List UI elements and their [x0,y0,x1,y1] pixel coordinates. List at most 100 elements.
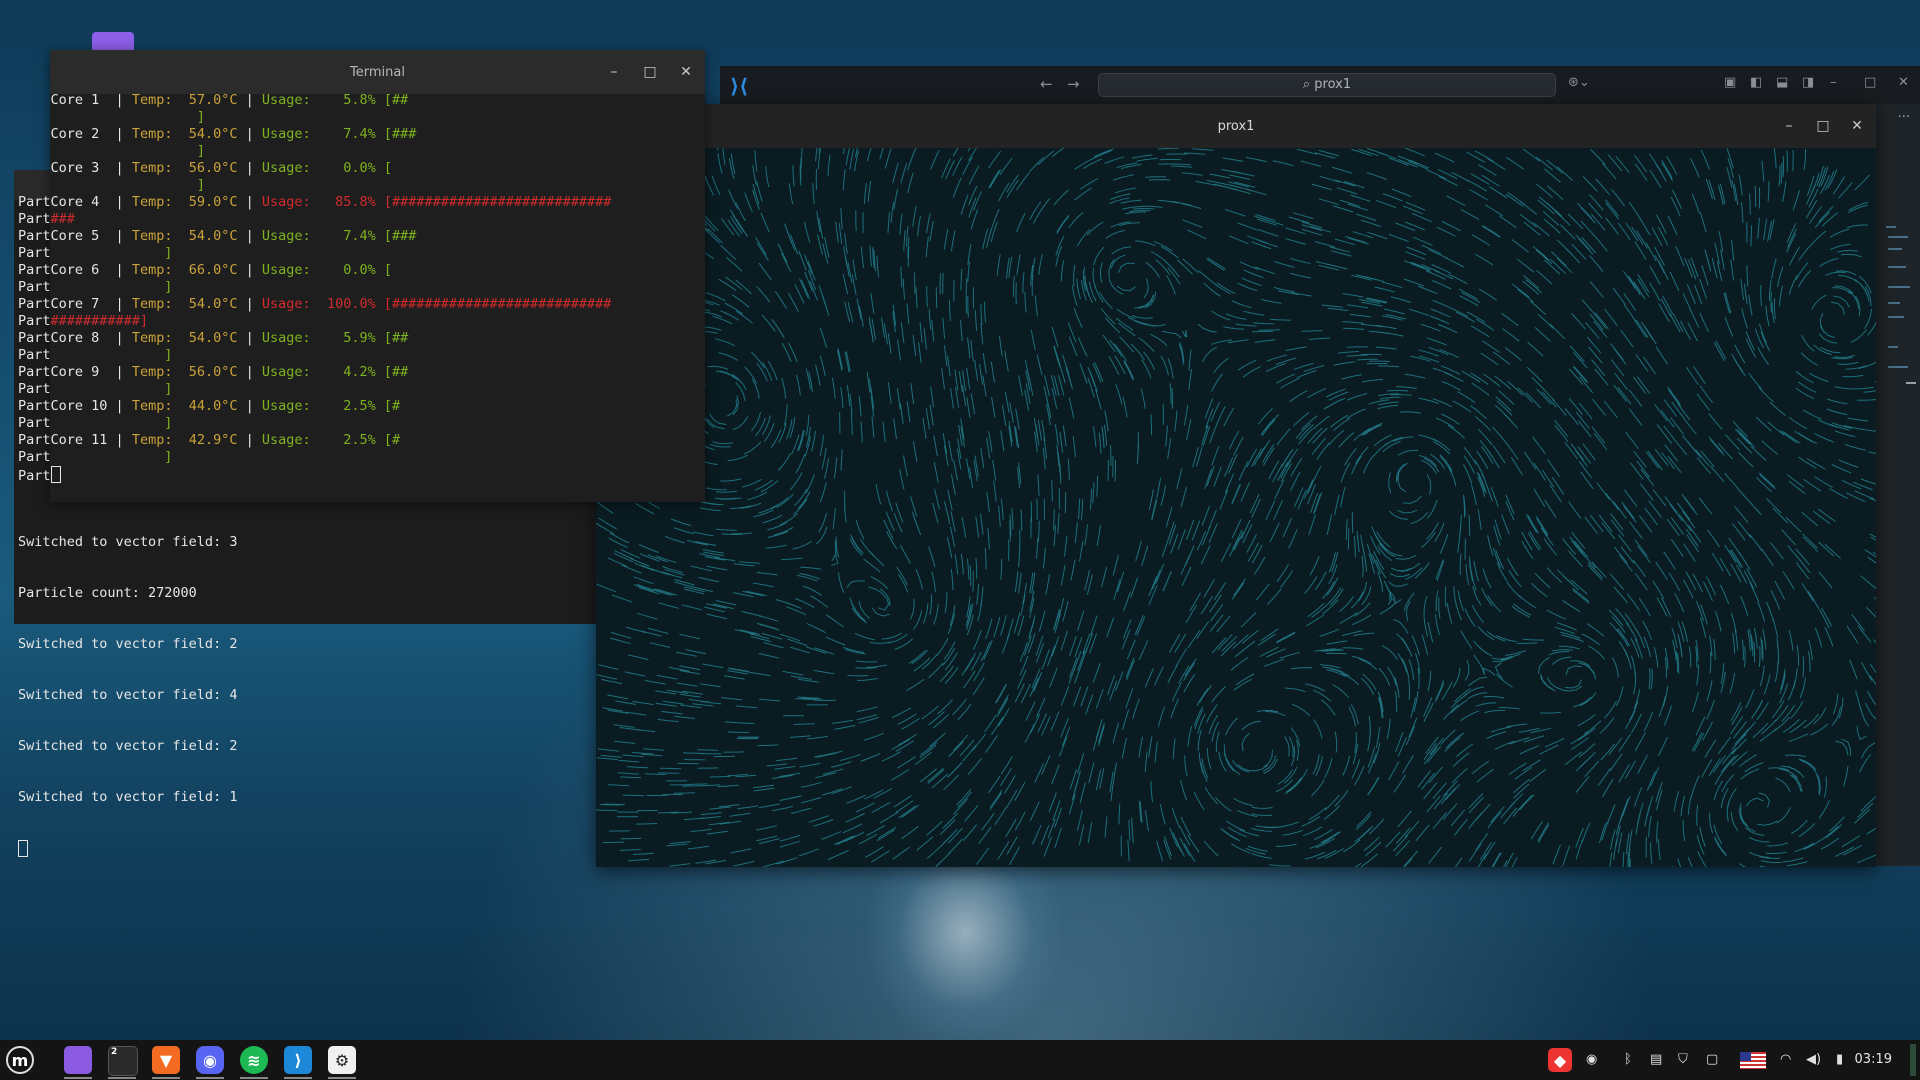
discord-icon[interactable]: ◉ [196,1046,224,1074]
core-label: Core 8 [50,330,108,346]
mint-menu-icon[interactable]: m [6,1046,34,1074]
temp-value: 54.0°C [188,126,238,142]
usage-value: 7.4% [343,126,376,142]
part-prefix: Part [18,449,51,465]
separator: | [237,194,262,210]
part-prefix: Part [18,313,51,329]
update-icon[interactable]: ▢ [1706,1052,1718,1067]
us-flag-icon[interactable] [1740,1052,1766,1069]
core-line: Core 2 | Temp: 54.0°C | Usage: 7.4% [### [18,126,611,143]
shield-icon[interactable]: ⛉ [1678,1052,1688,1067]
core-line: PartCore 7 | Temp: 54.0°C | Usage: 100.0… [18,296,611,313]
terminal-app-icon[interactable]: 2 [108,1046,138,1076]
settings-icon[interactable]: ⚙ [328,1046,356,1074]
usage-bar: [# [383,432,401,448]
copilot-icon[interactable]: ⊛⌄ [1568,75,1590,90]
temp-label: Temp: [131,194,173,210]
usage-value: 5.9% [343,330,376,346]
particle-canvas[interactable] [596,148,1876,867]
vscode-icon[interactable]: ⟩ [284,1046,312,1074]
usage-bar: [########################### [383,194,612,210]
close-icon[interactable]: ✕ [1898,75,1909,90]
layout-icon[interactable]: ▣ [1724,75,1736,90]
clock[interactable]: 03:19 [1855,1052,1892,1067]
usage-bar: [########################### [383,296,612,312]
temp-value: 56.0°C [188,364,238,380]
separator: | [107,262,132,278]
volume-icon[interactable]: ◀) [1806,1052,1821,1067]
prox1-titlebar[interactable]: prox1 – □ ✕ [596,104,1876,148]
wifi-icon[interactable]: ◠ [1780,1052,1791,1067]
show-desktop-button[interactable] [1910,1044,1916,1076]
wrap-line: Part ] [18,381,611,398]
terminal-cursor [18,840,28,857]
core-line: PartCore 4 | Temp: 59.0°C | Usage: 85.8%… [18,194,611,211]
core-line: PartCore 8 | Temp: 54.0°C | Usage: 5.9% … [18,330,611,347]
separator: | [107,160,132,176]
separator: | [237,398,262,414]
secondary-sidebar-icon[interactable]: ◨ [1802,75,1814,90]
prox1-window[interactable]: prox1 – □ ✕ [596,104,1876,867]
output-line: Switched to vector field: 1 [18,789,238,805]
terminal-window-count: 2 [111,1047,118,1057]
minimize-icon[interactable]: – [607,64,621,80]
cpu-monitor-output: Core 1 | Temp: 57.0°C | Usage: 5.8% [## … [18,92,611,484]
core-label: Core 9 [50,364,108,380]
bar-close: ] [50,143,205,159]
battery-icon[interactable]: ▮ [1836,1052,1843,1067]
bar-close: ] [50,347,173,363]
separator: | [107,432,132,448]
temp-label: Temp: [131,228,173,244]
window-title: prox1 [1217,118,1255,134]
forward-arrow-icon[interactable]: → [1067,75,1080,93]
wrap-line: Part ] [18,347,611,364]
brave-icon[interactable]: ▼ [152,1046,180,1074]
back-arrow-icon[interactable]: ← [1040,75,1053,93]
temp-value: 42.9°C [188,432,238,448]
spotify-icon[interactable]: ≋ [240,1046,268,1074]
temp-label: Temp: [131,364,173,380]
minimize-icon[interactable]: – [1782,118,1796,134]
files-icon[interactable] [64,1046,92,1074]
maximize-icon[interactable]: □ [1816,118,1830,134]
window-title: Terminal [350,64,405,80]
separator: | [107,228,132,244]
discord-tray-icon[interactable]: ◉ [1586,1052,1597,1067]
wrap-line: Part###########] [18,313,611,330]
maximize-icon[interactable]: □ [1864,75,1876,90]
separator: | [107,126,132,142]
anydesk-icon[interactable]: ◆ [1548,1048,1572,1072]
clipboard-icon[interactable]: ▤ [1650,1052,1662,1067]
bar-close: ] [50,245,173,261]
close-icon[interactable]: ✕ [679,64,693,80]
minimize-icon[interactable]: – [1830,75,1837,90]
desktop-folder-icon[interactable] [92,32,134,50]
bluetooth-icon[interactable]: ᛒ [1624,1052,1632,1067]
usage-value: 4.2% [343,364,376,380]
close-icon[interactable]: ✕ [1850,118,1864,134]
panel-toggle-icon[interactable]: ⬓ [1776,75,1788,90]
command-center-search[interactable]: ⌕ prox1 [1098,73,1556,97]
temp-value: 54.0°C [188,330,238,346]
temp-value: 66.0°C [188,262,238,278]
terminal-output: Switched to vector field: 3 Particle cou… [18,500,237,874]
terminal-titlebar[interactable]: Terminal – □ ✕ [50,50,705,94]
part-prefix: Part [18,415,51,431]
separator: | [107,398,132,414]
sidebar-toggle-icon[interactable]: ◧ [1750,75,1762,90]
core-label: Core 11 [50,432,108,448]
temp-label: Temp: [131,262,173,278]
more-actions-icon[interactable]: ··· [1898,110,1910,125]
maximize-icon[interactable]: □ [643,64,657,80]
